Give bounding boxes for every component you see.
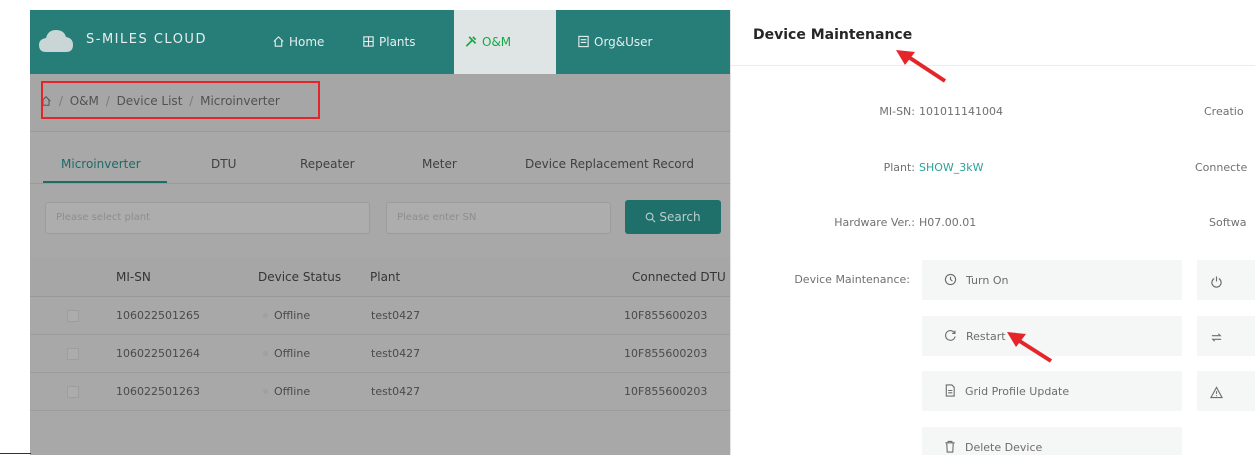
table-row[interactable]: 106022501263 Offline test0427 10F8556002… bbox=[30, 373, 730, 411]
restart-icon bbox=[945, 330, 956, 341]
main-app-window: S-MILES CLOUD Home Plants O&M Org&User /… bbox=[30, 10, 730, 455]
creation-label: Creatio bbox=[1204, 105, 1244, 118]
nav-home-label: Home bbox=[289, 35, 325, 49]
delete-device-button[interactable]: Delete Device bbox=[922, 427, 1182, 455]
cell-device-status: Offline bbox=[263, 309, 310, 322]
restart-label: Restart bbox=[966, 330, 1006, 343]
plant-link[interactable]: SHOW_3kW bbox=[919, 161, 984, 174]
status-text: Offline bbox=[274, 385, 311, 398]
tab-dtu[interactable]: DTU bbox=[211, 157, 236, 171]
nav-org-user[interactable]: Org&User bbox=[577, 10, 653, 74]
cell-device-status: Offline bbox=[263, 385, 310, 398]
status-text: Offline bbox=[274, 347, 311, 360]
table-header: MI-SN Device Status Plant Connected DTU bbox=[30, 257, 730, 297]
search-icon bbox=[646, 212, 656, 223]
swap-icon bbox=[1211, 333, 1222, 342]
nav-home[interactable]: Home bbox=[272, 10, 324, 74]
row-checkbox[interactable] bbox=[67, 310, 79, 322]
grid-profile-update-label: Grid Profile Update bbox=[965, 385, 1070, 398]
top-navigation-bar: S-MILES CLOUD Home Plants O&M Org&User bbox=[30, 10, 730, 74]
nav-om-label: O&M bbox=[482, 35, 512, 49]
org-icon bbox=[578, 35, 589, 48]
tab-repeater[interactable]: Repeater bbox=[300, 157, 355, 171]
home-icon bbox=[273, 36, 284, 47]
cell-device-status: Offline bbox=[263, 347, 310, 360]
software-version-label: Softwa bbox=[1209, 216, 1247, 229]
device-maintenance-drawer: Device Maintenance MI-SN: 101011141004 C… bbox=[730, 10, 1255, 455]
cell-connected-dtu: 10F855600203 bbox=[624, 347, 708, 360]
turn-on-label: Turn On bbox=[966, 274, 1009, 287]
search-button[interactable]: Search bbox=[625, 200, 721, 234]
tab-microinverter[interactable]: Microinverter bbox=[61, 157, 141, 171]
annotation-arrow-title bbox=[896, 50, 947, 83]
tabs-divider bbox=[30, 183, 730, 184]
tab-meter[interactable]: Meter bbox=[422, 157, 457, 171]
plants-icon bbox=[363, 36, 374, 47]
mi-sn-label: MI-SN: bbox=[879, 105, 915, 118]
table-row[interactable]: 106022501264 Offline test0427 10F8556002… bbox=[30, 335, 730, 373]
row-checkbox[interactable] bbox=[67, 386, 79, 398]
plant-select[interactable]: Please select plant bbox=[45, 202, 370, 234]
cell-mi-sn: 106022501265 bbox=[116, 309, 200, 322]
column-header-mi-sn[interactable]: MI-SN bbox=[116, 270, 151, 284]
cell-mi-sn: 106022501263 bbox=[116, 385, 200, 398]
cell-mi-sn: 106022501264 bbox=[116, 347, 200, 360]
turn-on-button[interactable]: Turn On bbox=[922, 260, 1182, 300]
breadcrumb-highlight-box bbox=[41, 81, 320, 119]
delete-device-label: Delete Device bbox=[965, 441, 1043, 454]
connected-label: Connecte bbox=[1195, 161, 1248, 174]
cell-plant[interactable]: test0427 bbox=[371, 309, 420, 322]
status-text: Offline bbox=[274, 309, 311, 322]
tab-device-replacement-record[interactable]: Device Replacement Record bbox=[525, 157, 694, 171]
column-header-plant[interactable]: Plant bbox=[370, 270, 400, 284]
file-icon bbox=[945, 384, 955, 397]
hardware-version-value: H07.00.01 bbox=[919, 216, 977, 229]
nav-plants-label: Plants bbox=[379, 35, 416, 49]
mi-sn-value: 101011141004 bbox=[919, 105, 1003, 118]
sn-search-input[interactable]: Please enter SN bbox=[386, 202, 611, 234]
tools-icon bbox=[465, 36, 477, 47]
status-dot-icon bbox=[263, 389, 268, 394]
annotation-arrow-restart bbox=[1007, 332, 1053, 363]
edge-mark bbox=[0, 453, 31, 454]
column-header-connected-dtu[interactable]: Connected DTU bbox=[632, 270, 726, 284]
drawer-divider bbox=[731, 65, 1255, 66]
drawer-title: Device Maintenance bbox=[753, 27, 913, 43]
hardware-version-label: Hardware Ver.: bbox=[834, 216, 915, 229]
cell-connected-dtu: 10F855600203 bbox=[624, 385, 708, 398]
status-dot-icon bbox=[263, 313, 268, 318]
status-dot-icon bbox=[263, 351, 268, 356]
nav-om[interactable]: O&M bbox=[454, 10, 556, 74]
device-maintenance-label: Device Maintenance: bbox=[794, 273, 910, 286]
turn-off-button[interactable] bbox=[1197, 260, 1255, 300]
cell-connected-dtu: 10F855600203 bbox=[624, 309, 708, 322]
device-list-panel: Microinverter DTU Repeater Meter Device … bbox=[30, 132, 730, 455]
nav-org-user-label: Org&User bbox=[594, 35, 653, 49]
plant-label: Plant: bbox=[883, 161, 915, 174]
cell-plant[interactable]: test0427 bbox=[371, 385, 420, 398]
cloud-logo-icon bbox=[39, 30, 73, 52]
grid-profile-update-button[interactable]: Grid Profile Update bbox=[922, 371, 1182, 411]
power-icon bbox=[1211, 276, 1222, 288]
table-row[interactable]: 106022501265 Offline test0427 10F8556002… bbox=[30, 297, 730, 335]
warning-icon bbox=[1209, 386, 1224, 399]
brand-name: S-MILES CLOUD bbox=[86, 32, 207, 47]
search-button-label: Search bbox=[659, 210, 701, 224]
clock-icon bbox=[944, 273, 957, 286]
alarm-button[interactable] bbox=[1197, 371, 1255, 411]
column-header-device-status[interactable]: Device Status bbox=[258, 270, 341, 284]
nav-plants[interactable]: Plants bbox=[362, 10, 416, 74]
row-checkbox[interactable] bbox=[67, 348, 79, 360]
replace-button[interactable] bbox=[1197, 316, 1255, 356]
cell-plant[interactable]: test0427 bbox=[371, 347, 420, 360]
trash-icon bbox=[945, 440, 955, 453]
